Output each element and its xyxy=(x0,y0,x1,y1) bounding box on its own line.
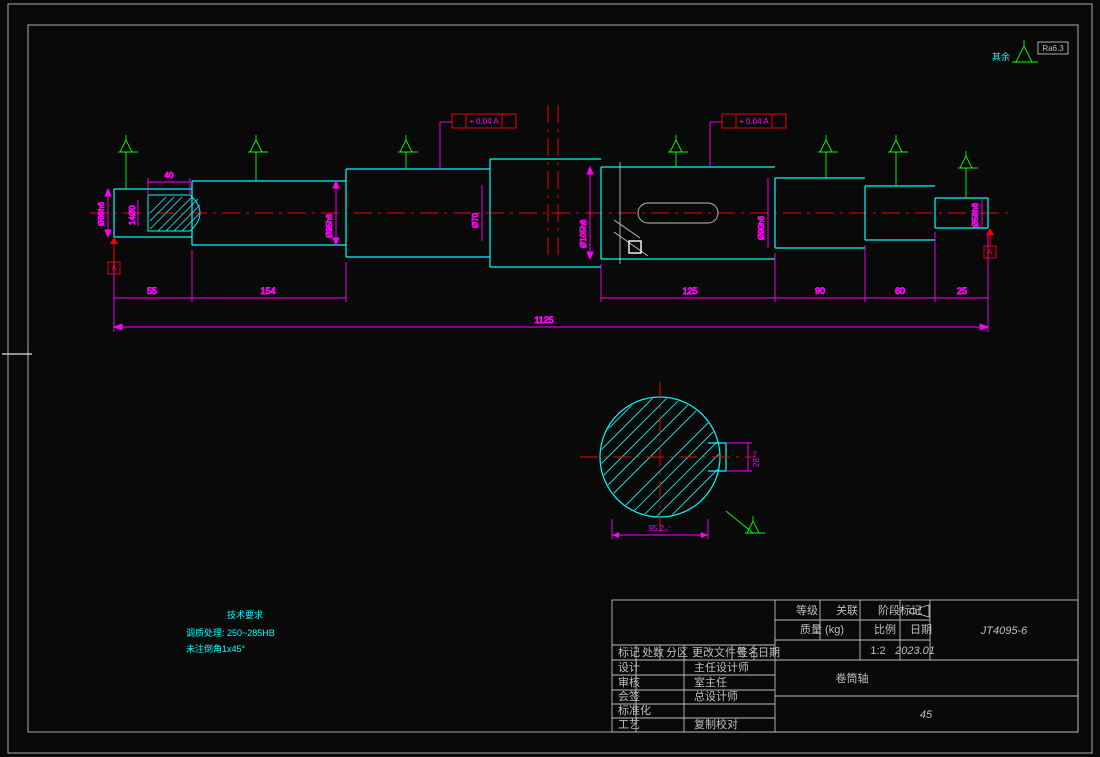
svg-text:室主任: 室主任 xyxy=(694,675,727,689)
svg-text:主任设计师: 主任设计师 xyxy=(694,661,749,674)
svg-text:Ø58h6: Ø58h6 xyxy=(971,202,980,227)
svg-text:标准化: 标准化 xyxy=(618,703,651,717)
svg-text:分区: 分区 xyxy=(666,646,688,659)
datum-A-R: A xyxy=(984,228,996,258)
svg-text:28⁺⁰: 28⁺⁰ xyxy=(752,451,761,467)
svg-text:90: 90 xyxy=(815,286,825,296)
svg-text:设计: 设计 xyxy=(618,661,640,674)
svg-text:Ø90h6: Ø90h6 xyxy=(757,215,766,240)
title-block: JT4095-6 卷筒轴 45 1:2 2023.01 等级 关联 阶段标记 质… xyxy=(612,600,1078,732)
sheet-outer-border xyxy=(8,4,1092,753)
dimensions: 1125 55 154 125 90 60 25 40 Ø80h6 14Ø0 Ø… xyxy=(97,122,988,332)
svg-text:Ø105h6: Ø105h6 xyxy=(579,219,588,248)
svg-text:等级: 等级 xyxy=(796,603,818,617)
svg-text:卷筒轴: 卷筒轴 xyxy=(836,671,869,685)
datum-A-L: A xyxy=(108,237,120,274)
svg-text:其余: 其余 xyxy=(992,51,1010,62)
svg-text:Ø70: Ø70 xyxy=(471,212,480,228)
svg-text:95.2₀⁻: 95.2₀⁻ xyxy=(648,524,671,533)
svg-text:会签: 会签 xyxy=(618,689,640,703)
technical-requirements: 技术要求 调质处理: 250~285HB 未注倒角1x45° xyxy=(186,609,275,654)
svg-text:未注倒角1x45°: 未注倒角1x45° xyxy=(186,643,246,654)
svg-text:40: 40 xyxy=(165,171,174,180)
svg-text:技术要求: 技术要求 xyxy=(227,609,263,620)
svg-text:A: A xyxy=(111,264,117,273)
svg-text:质量 (kg): 质量 (kg) xyxy=(800,623,844,636)
svg-text:Ø80h6: Ø80h6 xyxy=(97,201,106,226)
svg-text:14Ø0: 14Ø0 xyxy=(128,205,137,225)
svg-text:1125: 1125 xyxy=(534,315,553,325)
svg-text:45: 45 xyxy=(920,709,933,721)
shaft-elevation xyxy=(90,105,1010,267)
svg-text:60: 60 xyxy=(895,286,905,296)
svg-text:签名: 签名 xyxy=(737,645,759,659)
svg-text:25: 25 xyxy=(957,286,967,296)
svg-text:日期: 日期 xyxy=(758,646,780,659)
svg-text:55: 55 xyxy=(147,286,157,296)
svg-text:审核: 审核 xyxy=(618,675,640,689)
svg-text:复制校对: 复制校对 xyxy=(694,717,738,731)
svg-text:关联: 关联 xyxy=(836,603,858,617)
svg-text:A: A xyxy=(987,248,993,257)
svg-text:日期: 日期 xyxy=(910,623,932,636)
surface-marks xyxy=(118,135,978,533)
svg-text:工艺: 工艺 xyxy=(618,718,640,731)
shaft-section: 95.2₀⁻ 28⁺⁰ xyxy=(580,382,761,539)
geometric-tolerance-2: ⌖ 0.04 A xyxy=(722,114,786,128)
svg-text:1:2: 1:2 xyxy=(870,645,885,657)
svg-text:调质处理: 250~285HB: 调质处理: 250~285HB xyxy=(186,627,275,638)
svg-text:⌖ 0.04 A: ⌖ 0.04 A xyxy=(739,117,769,126)
svg-text:处数: 处数 xyxy=(642,646,664,659)
svg-text:Ø95h6: Ø95h6 xyxy=(325,213,334,238)
svg-text:总设计师: 总设计师 xyxy=(694,689,738,703)
geometric-tolerance-1: ⌖ 0.04 A xyxy=(452,114,516,128)
svg-text:2023.01: 2023.01 xyxy=(894,645,935,657)
svg-text:125: 125 xyxy=(682,286,697,296)
default-roughness: 其余 Ra6.3 xyxy=(992,40,1068,62)
cad-viewport[interactable]: 1125 55 154 125 90 60 25 40 Ø80h6 14Ø0 Ø… xyxy=(0,0,1100,757)
svg-text:Ra6.3: Ra6.3 xyxy=(1042,44,1064,53)
svg-text:JT4095-6: JT4095-6 xyxy=(980,625,1028,637)
svg-text:标记: 标记 xyxy=(618,645,640,659)
svg-text:⌖ 0.04 A: ⌖ 0.04 A xyxy=(469,117,499,126)
svg-text:比例: 比例 xyxy=(874,622,896,636)
svg-text:154: 154 xyxy=(260,286,275,296)
